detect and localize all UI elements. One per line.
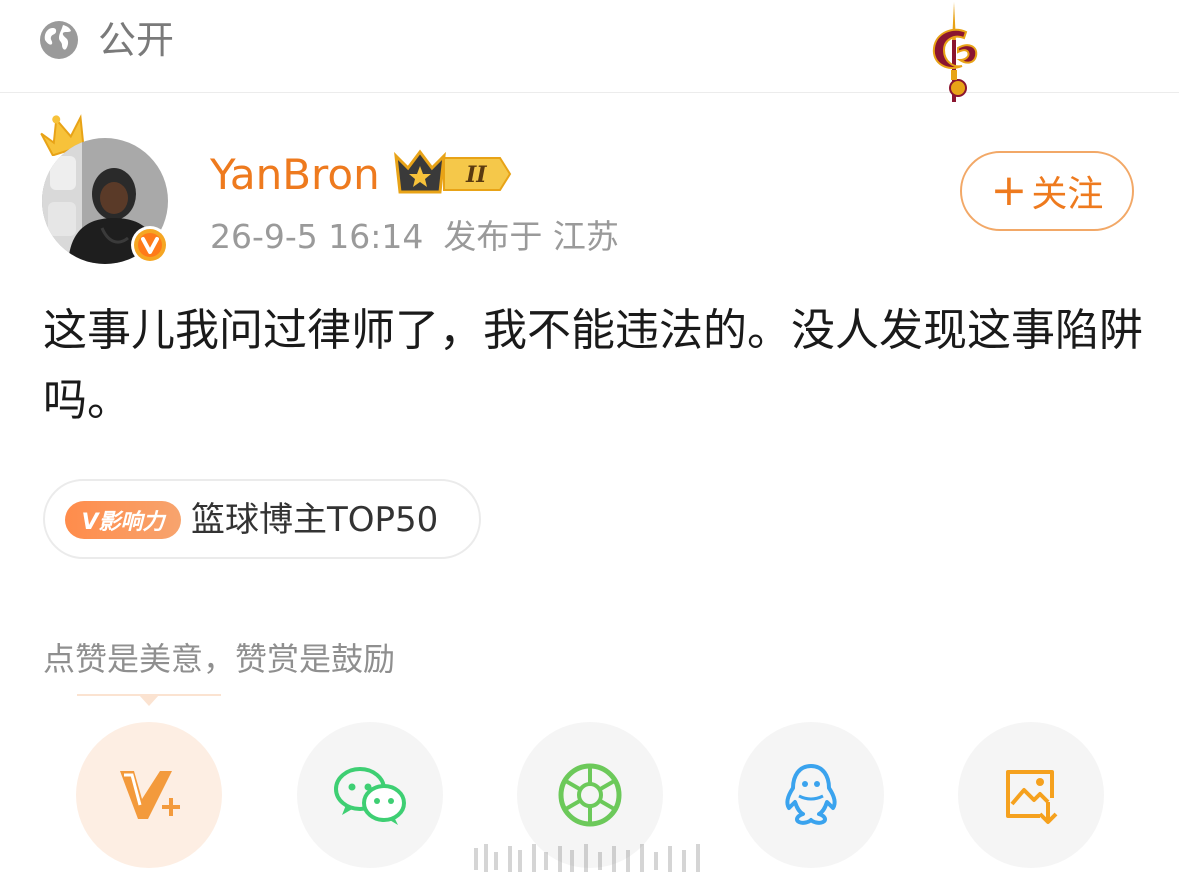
crown-rank-badge: II xyxy=(394,149,512,194)
visibility-header: 公开 xyxy=(0,0,1179,102)
selection-pointer xyxy=(77,694,221,706)
basketball-team-logo xyxy=(932,2,978,102)
globe-icon xyxy=(40,21,78,59)
influence-badge: V影响力 xyxy=(65,501,181,539)
moments-icon xyxy=(558,763,622,827)
verified-v-icon xyxy=(131,226,169,264)
author-name[interactable]: YanBron xyxy=(210,149,380,201)
rank-level: II xyxy=(465,162,487,188)
follow-button[interactable]: + 关注 xyxy=(960,151,1134,231)
author-avatar-group[interactable] xyxy=(36,110,186,270)
plus-icon: + xyxy=(990,165,1028,216)
post-text: 这事儿我问过律师了，我不能违法的。没人发现这事陷阱吗。 xyxy=(43,305,1143,426)
influence-label: 篮球博主TOP50 xyxy=(191,500,439,540)
watermark-icon xyxy=(474,844,700,872)
v-plus-button[interactable] xyxy=(76,722,222,868)
wechat-share-button[interactable] xyxy=(297,722,443,868)
save-image-button[interactable] xyxy=(958,722,1104,868)
follow-label: 关注 xyxy=(1031,174,1104,215)
qq-icon xyxy=(785,764,837,825)
influence-tag[interactable]: V影响力 篮球博主TOP50 xyxy=(43,479,481,559)
post-date: 26-9-5 16:14 xyxy=(210,217,424,256)
save-image-icon xyxy=(1006,770,1058,824)
reward-note: 点赞是美意，赞赏是鼓励 xyxy=(43,640,396,678)
visibility-label[interactable]: 公开 xyxy=(98,14,174,66)
post-location: 发布于 江苏 xyxy=(443,217,619,256)
wechat-icon xyxy=(334,767,406,825)
post-meta: 26-9-5 16:14 发布于 江苏 xyxy=(210,214,619,260)
qq-share-button[interactable] xyxy=(738,722,884,868)
v-plus-icon xyxy=(120,771,180,819)
